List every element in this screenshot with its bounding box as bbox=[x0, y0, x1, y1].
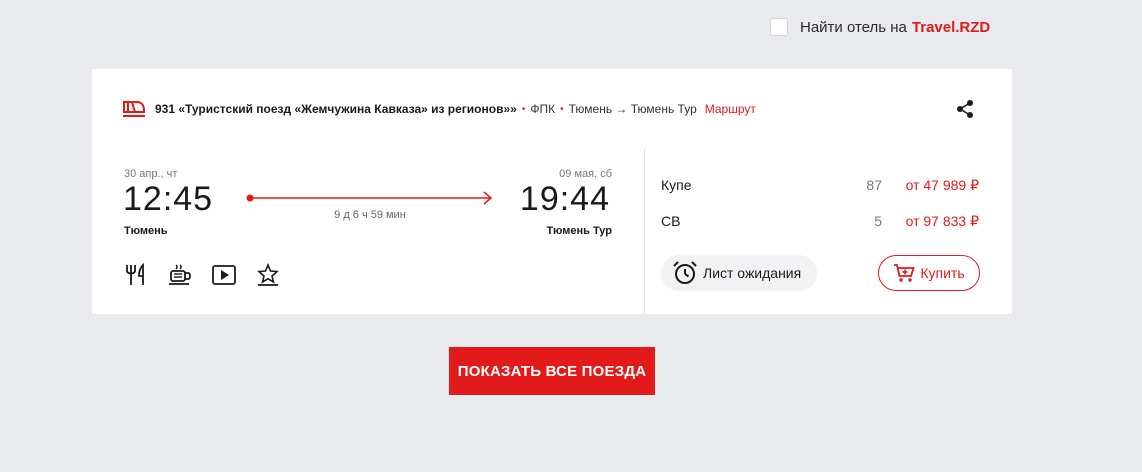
departure-time: 12:45 bbox=[123, 180, 214, 218]
buy-label: Купить bbox=[920, 265, 965, 281]
route-stations: Тюмень → Тюмень Тур bbox=[568, 102, 697, 116]
arrival-station: Тюмень Тур bbox=[546, 225, 612, 237]
share-icon[interactable] bbox=[956, 99, 974, 119]
class-row-sv[interactable]: СВ 5 от 97 833 ₽ bbox=[661, 211, 979, 231]
arrival-time: 19:44 bbox=[519, 180, 610, 218]
travel-rzd-link[interactable]: Travel.RZD bbox=[912, 19, 990, 36]
class-row-kupe[interactable]: Купе 87 от 47 989 ₽ bbox=[661, 175, 979, 195]
seats-count: 87 bbox=[866, 177, 882, 193]
alarm-clock-icon bbox=[673, 261, 697, 284]
buy-button[interactable]: Купить bbox=[878, 255, 980, 291]
restaurant-icon bbox=[126, 263, 144, 285]
class-name: Купе bbox=[661, 177, 692, 193]
separator-dot: • bbox=[521, 103, 526, 115]
star-icon bbox=[257, 263, 279, 286]
train-icon bbox=[123, 101, 145, 117]
train-name: 931 «Туристский поезд «Жемчужина Кавказа… bbox=[155, 102, 517, 116]
departure-station: Тюмень bbox=[124, 225, 168, 237]
waitlist-label: Лист ожидания bbox=[703, 265, 802, 281]
departure-date: 30 апр., чт bbox=[124, 168, 178, 180]
waitlist-button[interactable]: Лист ожидания bbox=[661, 255, 817, 291]
class-price[interactable]: от 97 833 ₽ bbox=[882, 213, 979, 230]
separator-dot: • bbox=[560, 103, 564, 115]
seats-count: 5 bbox=[874, 213, 882, 229]
route-arrow bbox=[246, 191, 493, 205]
route-link[interactable]: Маршрут bbox=[705, 102, 756, 116]
show-all-trains-button[interactable]: ПОКАЗАТЬ ВСЕ ПОЕЗДА bbox=[449, 347, 655, 395]
travel-duration: 9 д 6 ч 59 мин bbox=[334, 209, 406, 221]
hotel-search-option[interactable]: Найти отель на Travel.RZD bbox=[770, 16, 990, 38]
class-name: СВ bbox=[661, 213, 681, 229]
cart-icon bbox=[894, 264, 916, 282]
class-price[interactable]: от 47 989 ₽ bbox=[882, 177, 979, 194]
hotel-label: Найти отель на bbox=[800, 18, 907, 36]
train-header: 931 «Туристский поезд «Жемчужина Кавказа… bbox=[122, 99, 982, 119]
amenities-list bbox=[124, 263, 280, 287]
train-card: 931 «Туристский поезд «Жемчужина Кавказа… bbox=[92, 69, 1012, 314]
arrival-date: 09 мая, сб bbox=[559, 168, 612, 180]
hotel-checkbox[interactable] bbox=[770, 18, 788, 36]
video-icon bbox=[212, 265, 236, 285]
carrier-name: ФПК bbox=[530, 102, 556, 116]
coffee-icon bbox=[169, 264, 191, 285]
card-divider bbox=[644, 149, 645, 314]
